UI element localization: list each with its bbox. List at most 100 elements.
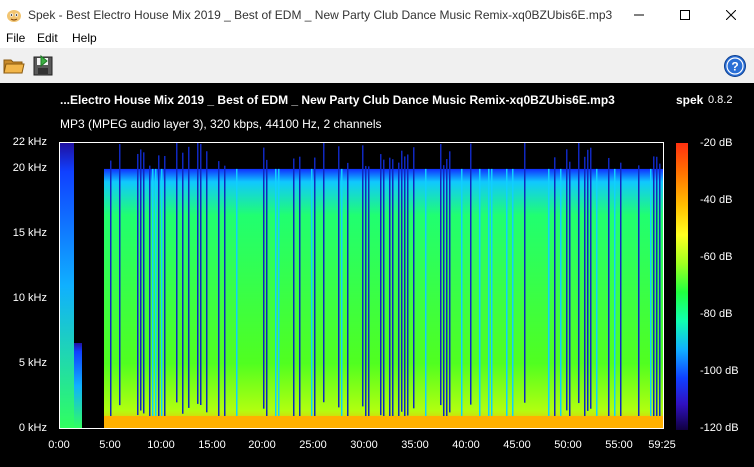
spectrogram-bass-band	[104, 416, 663, 428]
time-label: 30:00	[350, 439, 378, 451]
spectrogram-streak	[314, 157, 316, 419]
time-label: 45:00	[503, 439, 531, 451]
spectrogram-streak	[443, 165, 445, 427]
spectrogram-intro	[60, 143, 74, 428]
freq-label: 0 kHz	[18, 422, 47, 434]
time-label: 40:00	[452, 439, 480, 451]
spectrogram-streak	[569, 161, 571, 423]
spectrogram-streak	[590, 147, 592, 409]
spectrogram-streak	[398, 162, 400, 424]
time-label: 20:00	[248, 439, 276, 451]
spectrogram-streak	[656, 156, 658, 418]
maximize-icon	[680, 10, 690, 20]
db-color-scale	[676, 143, 688, 430]
spectrogram-streak	[200, 143, 202, 406]
spek-app-icon	[7, 10, 21, 22]
spectrogram-streak	[566, 149, 568, 411]
db-label: -60 dB	[700, 251, 733, 263]
spectrogram-streak	[578, 143, 580, 404]
spectrogram-streak	[293, 158, 295, 420]
spectrogram-streak	[140, 149, 142, 411]
spectrogram-streak	[620, 162, 622, 424]
save-icon	[33, 54, 53, 76]
time-label: 5:00	[99, 439, 121, 451]
spectrogram-image	[60, 143, 663, 428]
spectrogram-streak	[554, 157, 556, 419]
minimize-button[interactable]	[616, 0, 662, 30]
db-label: -40 dB	[700, 194, 733, 206]
save-button[interactable]	[31, 54, 55, 78]
spectrogram-streak	[512, 168, 514, 428]
folder-open-icon	[3, 59, 25, 74]
spectrogram-streak	[491, 168, 493, 428]
spectrogram-streak	[155, 168, 157, 428]
freq-label: 15 kHz	[12, 227, 47, 239]
menu-bar: File Edit Help	[0, 30, 754, 48]
maximize-button[interactable]	[662, 0, 708, 30]
spectrogram-streak	[275, 168, 277, 428]
open-button[interactable]	[2, 54, 26, 78]
spectrogram-streak	[638, 165, 640, 427]
time-label: 25:00	[299, 439, 327, 451]
menu-help[interactable]: Help	[72, 31, 97, 45]
spectrogram-streak	[425, 168, 427, 428]
spectrogram-streak	[278, 168, 280, 428]
spectrogram-streak	[383, 159, 385, 421]
menu-edit[interactable]: Edit	[37, 31, 58, 45]
spectrogram-streak	[137, 153, 139, 416]
spectrogram-streak	[380, 154, 382, 416]
help-icon: ?	[724, 55, 746, 77]
spectrogram-streak	[158, 155, 160, 417]
spectrogram-streak	[110, 160, 112, 422]
spectrogram-streak	[389, 157, 391, 419]
menu-file[interactable]: File	[6, 31, 25, 45]
spectrogram-streak	[392, 159, 394, 421]
time-label: 59:25	[648, 439, 676, 451]
spectrogram-streak	[470, 143, 472, 405]
spectrogram-streak	[176, 143, 178, 403]
spectrogram-streak	[449, 151, 451, 413]
spectrogram-plot	[59, 142, 664, 429]
time-label: 10:00	[147, 439, 175, 451]
spectrogram-intro-tail	[74, 343, 82, 428]
file-title: ...Electro House Mix 2019 _ Best of EDM …	[60, 93, 615, 107]
time-label: 35:00	[401, 439, 429, 451]
spectrogram-streak	[263, 147, 265, 409]
spectrogram-streak	[365, 165, 367, 428]
spectrogram-streak	[461, 168, 463, 428]
spectrogram-streak	[347, 162, 349, 424]
freq-label: 5 kHz	[18, 357, 47, 369]
spectrogram-streak	[236, 168, 238, 428]
title-bar: Spek - Best Electro House Mix 2019 _ Bes…	[0, 0, 754, 30]
spectrogram-panel: ...Electro House Mix 2019 _ Best of EDM …	[0, 83, 754, 467]
freq-label: 10 kHz	[12, 292, 47, 304]
spectrogram-streak	[413, 147, 415, 409]
db-label: -80 dB	[700, 308, 733, 320]
spectrogram-streak	[479, 168, 481, 428]
spectrogram-streak	[161, 168, 163, 428]
spectrogram-streak	[299, 156, 301, 418]
spectrogram-streak	[608, 157, 610, 420]
spectrogram-streak	[143, 152, 145, 414]
time-label: 55:00	[605, 439, 633, 451]
freq-label: 20 kHz	[12, 162, 47, 174]
db-label: -20 dB	[700, 137, 733, 149]
help-button[interactable]: ?	[723, 54, 747, 78]
app-name: spek	[676, 93, 704, 107]
spectrogram-streak	[119, 144, 121, 406]
close-button[interactable]	[708, 0, 754, 30]
spectrogram-streak	[224, 165, 226, 427]
freq-label: 22 kHz	[12, 136, 47, 148]
spectrogram-streak	[182, 152, 184, 414]
spectrogram-streak	[659, 163, 661, 425]
spectrogram-streak	[341, 168, 343, 428]
spectrogram-streak	[614, 168, 616, 428]
spectrogram-streak	[446, 159, 448, 421]
spectrogram-streak	[506, 168, 508, 428]
spectrogram-streak	[311, 168, 313, 428]
spectrogram-streak	[584, 156, 586, 418]
time-label: 50:00	[554, 439, 582, 451]
spectrogram-streak	[650, 168, 652, 428]
spectrogram-streak	[560, 168, 562, 428]
app-version: 0.8.2	[708, 94, 733, 106]
